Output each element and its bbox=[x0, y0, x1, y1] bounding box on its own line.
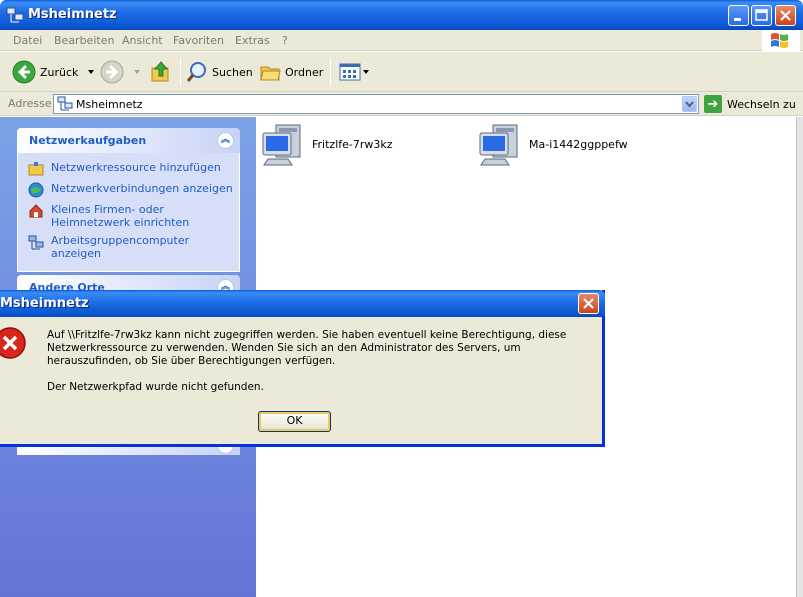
chevron-down-icon bbox=[685, 101, 694, 108]
network-places-icon bbox=[6, 7, 24, 23]
menu-help[interactable]: ? bbox=[282, 34, 288, 47]
dialog-titlebar[interactable]: Msheimnetz bbox=[0, 290, 605, 317]
maximize-icon bbox=[755, 9, 768, 21]
task-label: Arbeitsgruppencomputer anzeigen bbox=[51, 234, 190, 260]
menu-bar: Datei Bearbeiten Ansicht Favoriten Extra… bbox=[0, 30, 803, 51]
toolbar: Zurück Suchen Ordner bbox=[0, 52, 803, 92]
address-label: Adresse bbox=[8, 97, 52, 110]
chevron-down-icon bbox=[363, 70, 369, 74]
task-view-network-connections[interactable]: Netzwerkverbindungen anzeigen bbox=[28, 182, 239, 198]
task-label: Kleines Firmen- oder Heimnetzwerk einric… bbox=[51, 203, 190, 229]
menu-view[interactable]: Ansicht bbox=[122, 34, 163, 47]
search-label: Suchen bbox=[212, 65, 253, 79]
list-item[interactable]: Fritzlfe-7rw3kz bbox=[260, 119, 393, 169]
folders-label: Ordner bbox=[285, 65, 324, 79]
forward-arrow-icon bbox=[100, 60, 124, 84]
computer-icon bbox=[479, 124, 518, 166]
menu-file[interactable]: Datei bbox=[13, 34, 42, 47]
views-icon bbox=[339, 63, 361, 81]
back-button[interactable]: Zurück bbox=[12, 58, 96, 86]
go-button[interactable]: ➔ Wechseln zu bbox=[704, 94, 796, 114]
back-arrow-icon bbox=[12, 60, 36, 84]
search-button[interactable]: Suchen bbox=[186, 58, 253, 86]
close-icon bbox=[583, 298, 594, 309]
item-label: Fritzlfe-7rw3kz bbox=[312, 137, 393, 151]
dialog-title: Msheimnetz bbox=[0, 296, 89, 311]
close-button[interactable] bbox=[775, 5, 796, 26]
dialog-message: Auf \\Fritzlfe-7rw3kz kann nicht zugegri… bbox=[47, 329, 567, 367]
folder-up-icon bbox=[151, 61, 169, 82]
menu-edit[interactable]: Bearbeiten bbox=[54, 34, 114, 47]
workgroup-computers-icon bbox=[28, 235, 44, 250]
ok-button[interactable]: OK bbox=[258, 411, 331, 432]
task-label: Netzwerkverbindungen anzeigen bbox=[51, 182, 233, 195]
chevron-down-icon[interactable] bbox=[132, 67, 142, 77]
computer-icon bbox=[262, 124, 301, 166]
add-network-place-icon bbox=[28, 162, 44, 176]
folders-icon bbox=[260, 66, 281, 81]
maximize-button[interactable] bbox=[751, 5, 772, 26]
collapse-chevron-icon[interactable]: ︽ bbox=[217, 132, 234, 149]
address-value: Msheimnetz bbox=[76, 98, 143, 111]
menu-tools[interactable]: Extras bbox=[235, 34, 270, 47]
home-network-icon bbox=[29, 204, 43, 218]
network-tasks-title: Netzwerkaufgaben bbox=[29, 134, 147, 147]
task-add-network-place[interactable]: Netzwerkressource hinzufügen bbox=[28, 161, 239, 177]
menu-favorites[interactable]: Favoriten bbox=[173, 34, 224, 47]
toolbar-separator bbox=[180, 58, 181, 86]
chevron-down-icon[interactable] bbox=[86, 67, 96, 77]
windows-flag-icon bbox=[771, 33, 788, 48]
go-label: Wechseln zu bbox=[727, 97, 796, 111]
windows-logo bbox=[762, 30, 800, 51]
network-tasks-body: Netzwerkressource hinzufügen Netzwerkver… bbox=[17, 153, 240, 272]
close-icon bbox=[780, 10, 791, 21]
dialog-close-button[interactable] bbox=[578, 293, 599, 314]
error-icon bbox=[0, 327, 26, 359]
window-titlebar[interactable]: Msheimnetz bbox=[0, 0, 803, 30]
go-arrow-icon: ➔ bbox=[704, 95, 722, 113]
up-folder-button[interactable] bbox=[149, 58, 173, 86]
network-tasks-panel: Netzwerkaufgaben ︽ Netzwerkressource hin… bbox=[17, 128, 240, 272]
address-input[interactable]: Msheimnetz bbox=[53, 94, 699, 114]
window-title: Msheimnetz bbox=[28, 7, 117, 22]
views-button[interactable] bbox=[339, 58, 370, 86]
minimize-icon bbox=[734, 18, 741, 21]
address-bar: Adresse Msheimnetz ➔ Wechseln zu bbox=[0, 92, 803, 116]
task-label: Netzwerkressource hinzufügen bbox=[51, 161, 221, 174]
network-connections-icon bbox=[28, 182, 44, 198]
back-label: Zurück bbox=[40, 65, 79, 79]
scrollbar[interactable] bbox=[796, 117, 803, 597]
address-dropdown-button[interactable] bbox=[682, 96, 697, 112]
toolbar-separator bbox=[330, 58, 331, 86]
task-view-workgroup-computers[interactable]: Arbeitsgruppencomputer anzeigen bbox=[28, 234, 239, 260]
network-tasks-header[interactable]: Netzwerkaufgaben ︽ bbox=[17, 128, 240, 153]
folders-button[interactable]: Ordner bbox=[259, 58, 323, 86]
network-places-icon bbox=[57, 96, 73, 111]
item-label: Ma-i1442ggppefw bbox=[529, 137, 628, 151]
error-dialog: Msheimnetz Auf \\Fritzlfe-7rw3kz kann ni… bbox=[0, 290, 605, 447]
list-item[interactable]: Ma-i1442ggppefw bbox=[477, 119, 628, 169]
minimize-button[interactable] bbox=[728, 5, 749, 26]
dialog-detail: Der Netzwerkpfad wurde nicht gefunden. bbox=[47, 381, 264, 393]
task-setup-home-network[interactable]: Kleines Firmen- oder Heimnetzwerk einric… bbox=[28, 203, 239, 229]
search-icon bbox=[186, 62, 206, 82]
forward-button[interactable] bbox=[100, 58, 142, 86]
